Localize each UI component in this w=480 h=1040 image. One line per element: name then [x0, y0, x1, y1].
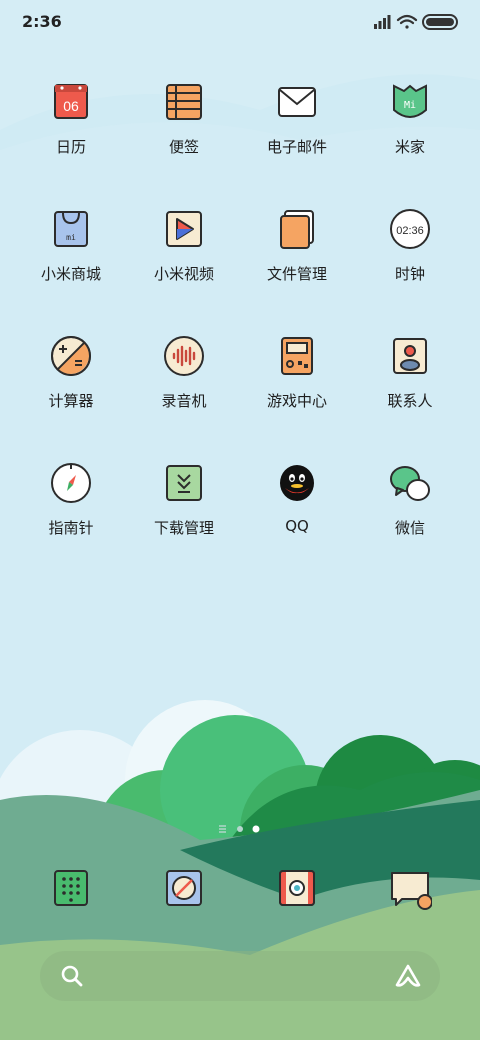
page-dot — [237, 826, 243, 832]
page-dot-active — [252, 825, 260, 833]
app-label: 计算器 — [48, 392, 94, 410]
app-label: 小米视频 — [153, 265, 214, 283]
app-calendar[interactable]: 06 日历 — [15, 80, 127, 157]
video-icon — [166, 211, 202, 247]
app-mi-store[interactable]: mi 小米商城 — [15, 207, 127, 284]
status-time: 2:36 — [22, 12, 62, 31]
mijia-logo: Mi — [404, 100, 416, 111]
dock-phone[interactable] — [15, 866, 127, 910]
file-manager-icon — [280, 210, 314, 249]
app-label: 文件管理 — [266, 265, 327, 283]
app-game-center[interactable]: 游戏中心 — [241, 334, 353, 411]
battery-icon — [422, 14, 458, 30]
recorder-icon — [164, 336, 204, 376]
app-qq[interactable]: QQ — [241, 461, 353, 535]
app-label: 米家 — [394, 138, 425, 156]
app-wechat[interactable]: 微信 — [354, 461, 466, 538]
app-label: 联系人 — [387, 392, 433, 410]
app-compass[interactable]: 指南针 — [15, 461, 127, 538]
notes-icon — [166, 84, 202, 120]
game-center-icon — [281, 337, 313, 375]
signal-icon — [374, 15, 391, 29]
search-bar[interactable] — [40, 951, 440, 1001]
app-clock[interactable]: 02:36 时钟 — [354, 207, 466, 284]
status-icons — [374, 14, 458, 30]
clock-icon: 02:36 — [390, 209, 430, 249]
assistant-icon[interactable] — [394, 963, 422, 989]
qq-icon — [280, 465, 314, 501]
dock-browser[interactable] — [128, 866, 240, 910]
page-indicator[interactable] — [218, 824, 264, 834]
app-label: 小米商城 — [40, 265, 101, 283]
app-file-manager[interactable]: 文件管理 — [241, 207, 353, 284]
app-recorder[interactable]: 录音机 — [128, 334, 240, 411]
app-calculator[interactable]: 计算器 — [15, 334, 127, 411]
compass-icon — [51, 463, 91, 503]
app-label: 游戏中心 — [266, 392, 327, 410]
mi-store-icon: mi — [54, 211, 88, 247]
messages-icon — [391, 872, 432, 910]
calendar-icon: 06 — [54, 84, 88, 119]
app-notes[interactable]: 便签 — [128, 80, 240, 157]
phone-dialer-icon — [54, 870, 88, 906]
calculator-icon — [51, 336, 91, 376]
search-icon — [61, 965, 83, 987]
mail-icon — [278, 87, 316, 117]
app-label: 电子邮件 — [266, 138, 327, 156]
dock-messages[interactable] — [354, 866, 466, 910]
app-video[interactable]: 小米视频 — [128, 207, 240, 284]
app-label: 日历 — [55, 138, 86, 156]
app-label: 便签 — [168, 138, 199, 156]
dock-camera[interactable] — [241, 866, 353, 910]
app-label: 录音机 — [161, 392, 207, 410]
app-label: 时钟 — [394, 265, 425, 283]
dock — [0, 866, 480, 916]
app-contacts[interactable]: 联系人 — [354, 334, 466, 411]
mijia-icon: Mi — [393, 84, 427, 118]
wifi-icon — [396, 14, 418, 29]
app-email[interactable]: 电子邮件 — [241, 80, 353, 157]
app-label: 下载管理 — [153, 519, 214, 537]
mi-store-logo: mi — [66, 233, 76, 242]
status-bar: 2:36 — [0, 0, 480, 44]
app-mijia[interactable]: Mi 米家 — [354, 80, 466, 157]
app-label: 微信 — [394, 519, 425, 537]
app-label: 指南针 — [48, 519, 94, 537]
download-icon — [166, 465, 202, 501]
wechat-icon — [390, 466, 430, 501]
camera-icon — [279, 870, 315, 906]
clock-time: 02:36 — [396, 225, 424, 237]
contacts-icon — [393, 338, 427, 374]
calendar-date: 06 — [63, 98, 79, 114]
app-label: QQ — [285, 517, 309, 535]
app-download[interactable]: 下载管理 — [128, 461, 240, 538]
browser-icon — [166, 870, 202, 906]
search-page-icon — [219, 825, 226, 833]
